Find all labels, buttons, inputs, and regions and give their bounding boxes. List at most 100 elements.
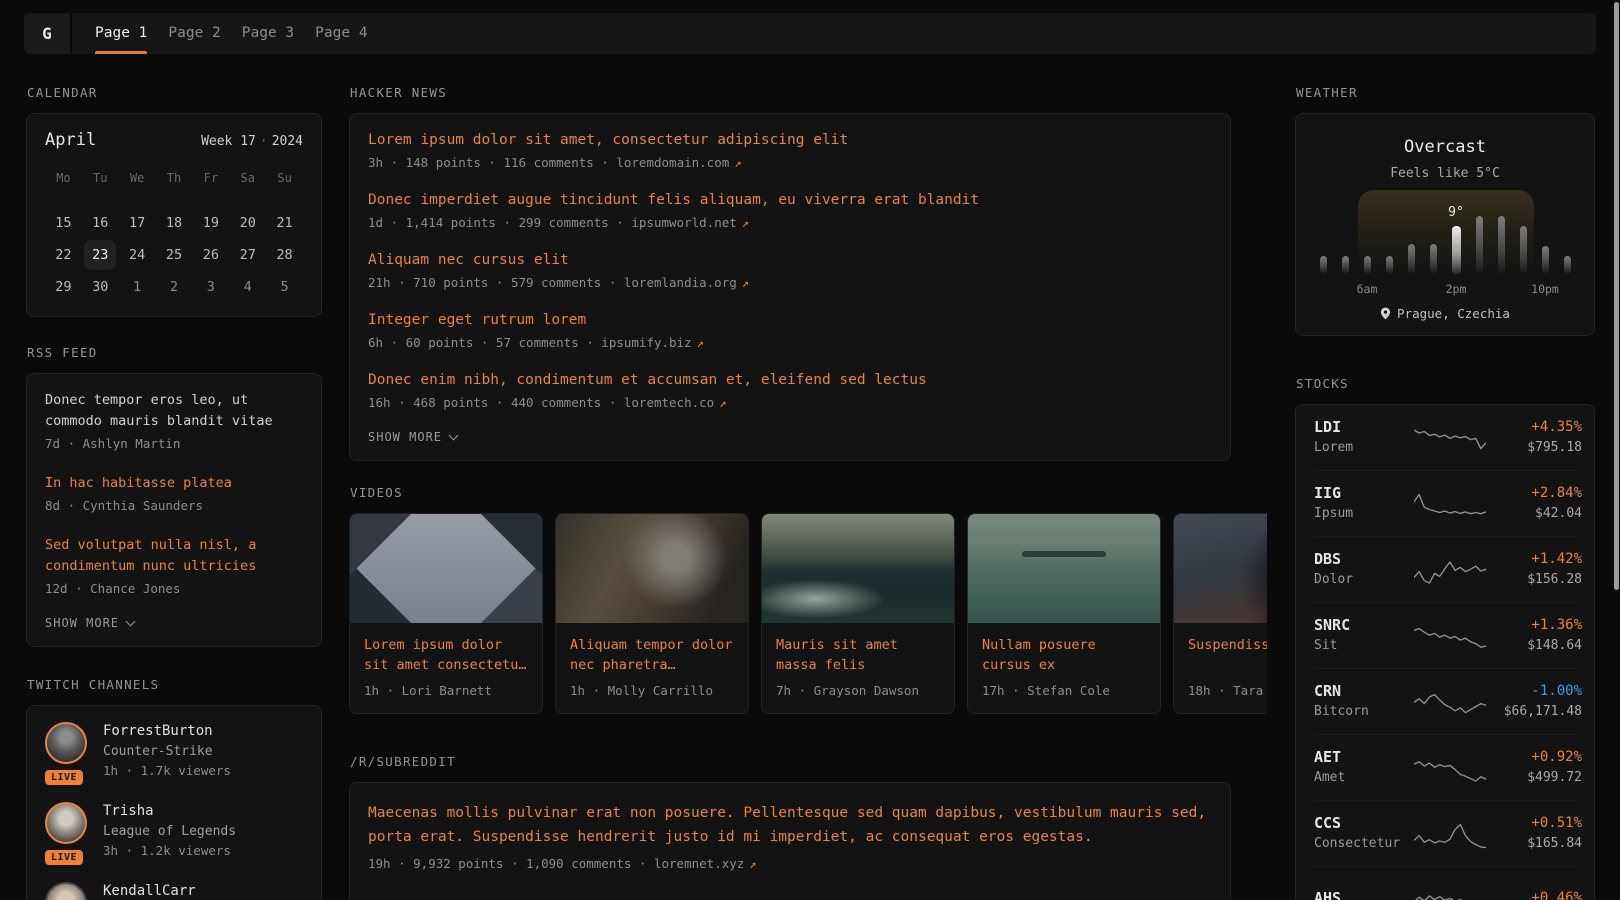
rss-item: Donec tempor eros leo, ut commodo mauris… (45, 390, 303, 453)
weather-bar (1342, 256, 1349, 274)
video-title[interactable]: Nullam posuere cursus ex (982, 635, 1146, 675)
channel-name[interactable]: ForrestBurton (103, 722, 231, 741)
stock-row[interactable]: AHS+0.46% (1314, 866, 1576, 900)
subreddit-post-title[interactable]: Maecenas mollis pulvinar erat non posuer… (368, 801, 1212, 849)
calendar-day: 3 (195, 272, 227, 302)
stock-name: Bitcorn (1314, 703, 1414, 721)
rss-item-title[interactable]: Donec tempor eros leo, ut commodo mauris… (45, 390, 303, 432)
stock-change: +1.42% (1486, 550, 1582, 569)
rss-show-more-button[interactable]: SHOW MORE (45, 616, 303, 630)
stocks-list: LDILorem+4.35%$795.18IIGIpsum+2.84%$42.0… (1314, 405, 1576, 900)
channel-meta: 1h · 1.7k viewers (103, 762, 231, 780)
location-pin-icon (1380, 307, 1391, 320)
chevron-down-icon (126, 617, 136, 627)
weather-bar (1498, 216, 1505, 274)
video-thumbnail[interactable] (556, 514, 748, 623)
tab-page-2[interactable]: Page 2 (168, 13, 220, 54)
stock-symbol: AET (1314, 748, 1414, 767)
tab-page-4[interactable]: Page 4 (315, 13, 367, 54)
hn-item-title[interactable]: Integer eget rutrum lorem (368, 310, 1212, 330)
video-title[interactable]: Lorem ipsum dolor sit amet consectetu… (364, 635, 528, 675)
page-scrollbar[interactable] (1614, 2, 1619, 590)
twitch-section-title: TWITCH CHANNELS (27, 677, 322, 693)
calendar-section-title: CALENDAR (27, 85, 322, 101)
hn-meta-text: 21h · 710 points · 579 comments · (368, 275, 624, 290)
subreddit-domain-link[interactable]: loremnet.xyz (654, 856, 744, 871)
channel-name[interactable]: KendallCarr (103, 882, 196, 900)
twitch-channel[interactable]: LIVEForrestBurtonCounter-Strike1h · 1.7k… (45, 722, 303, 780)
twitch-channel[interactable]: LIVETrishaLeague of Legends3h · 1.2k vie… (45, 802, 303, 860)
stock-name: Consectetur (1314, 835, 1414, 853)
channel-name[interactable]: Trisha (103, 802, 236, 821)
subreddit-section-title: /R/SUBREDDIT (350, 754, 1231, 770)
video-thumbnail[interactable] (762, 514, 954, 623)
hn-item: Donec enim nibh, condimentum et accumsan… (368, 370, 1212, 412)
video-card[interactable]: Suspendisse diam18h · Tara (1173, 513, 1267, 714)
hn-item-title[interactable]: Aliquam nec cursus elit (368, 250, 1212, 270)
calendar-day: 18 (158, 208, 190, 238)
external-link-icon: ↗ (742, 276, 749, 290)
videos-carousel[interactable]: Lorem ipsum dolor sit amet consectetu…1h… (349, 513, 1267, 714)
hn-item-title[interactable]: Donec imperdiet augue tincidunt felis al… (368, 190, 1212, 210)
rss-item-title[interactable]: In hac habitasse platea (45, 473, 303, 494)
stock-symbol: DBS (1314, 550, 1414, 569)
stock-row[interactable]: LDILorem+4.35%$795.18 (1314, 405, 1576, 470)
weather-location: Prague, Czechia (1397, 306, 1510, 321)
rss-item: In hac habitasse platea8d · Cynthia Saun… (45, 473, 303, 515)
avatar (45, 802, 87, 844)
stock-change: +0.51% (1486, 814, 1582, 833)
tab-page-1[interactable]: Page 1 (95, 13, 147, 54)
video-title[interactable]: Aliquam tempor dolor nec pharetra… (570, 635, 734, 675)
hn-domain-link[interactable]: loremdomain.com (616, 155, 729, 170)
video-thumbnail[interactable] (968, 514, 1160, 623)
hn-show-more-button[interactable]: SHOW MORE (368, 430, 1212, 444)
rss-section-title: RSS FEED (27, 345, 322, 361)
tab-page-3[interactable]: Page 3 (242, 13, 294, 54)
stock-symbol: LDI (1314, 418, 1414, 437)
stock-row[interactable]: DBSDolor+1.42%$156.28 (1314, 536, 1576, 602)
video-title[interactable]: Suspendisse diam (1188, 635, 1267, 675)
external-link-icon: ↗ (734, 156, 741, 170)
video-thumbnail[interactable] (350, 514, 542, 623)
stock-row[interactable]: AETAmet+0.92%$499.72 (1314, 734, 1576, 800)
video-card[interactable]: Lorem ipsum dolor sit amet consectetu…1h… (349, 513, 543, 714)
stock-id: SNRCSit (1314, 616, 1414, 655)
hn-domain-link[interactable]: ipsumworld.net (631, 215, 736, 230)
weekday-label: Su (266, 166, 303, 190)
stock-values: +0.92%$499.72 (1486, 748, 1582, 787)
weather-section-title: WEATHER (1296, 85, 1595, 101)
weather-widget: Overcast Feels like 5°C 9° 6am 2pm 10pm … (1295, 113, 1595, 336)
hn-domain-link[interactable]: loremtech.co (624, 395, 714, 410)
calendar-day: 4 (232, 272, 264, 302)
video-card[interactable]: Aliquam tempor dolor nec pharetra…1h · M… (555, 513, 749, 714)
calendar-day: 26 (195, 240, 227, 270)
app-logo[interactable]: G (24, 13, 72, 54)
video-thumbnail[interactable] (1174, 514, 1267, 623)
hn-meta-text: 16h · 468 points · 440 comments · (368, 395, 624, 410)
calendar-day: 23 (84, 240, 116, 270)
calendar-day: 1 (121, 272, 153, 302)
rss-item-title[interactable]: Sed volutpat nulla nisl, a condimentum n… (45, 535, 303, 577)
stock-id: LDILorem (1314, 418, 1414, 457)
video-title[interactable]: Mauris sit amet massa felis (776, 635, 940, 675)
stock-row[interactable]: CRNBitcorn-1.00%$66,171.48 (1314, 668, 1576, 734)
stock-change: +2.84% (1486, 484, 1582, 503)
stock-row[interactable]: CCSConsectetur+0.51%$165.84 (1314, 800, 1576, 866)
twitch-channel[interactable]: KendallCarr (45, 882, 303, 900)
hn-item: Lorem ipsum dolor sit amet, consectetur … (368, 130, 1212, 172)
hn-item-title[interactable]: Donec enim nibh, condimentum et accumsan… (368, 370, 1212, 390)
hn-item-title[interactable]: Lorem ipsum dolor sit amet, consectetur … (368, 130, 1212, 150)
stock-row[interactable]: IIGIpsum+2.84%$42.04 (1314, 470, 1576, 536)
hn-domain-link[interactable]: ipsumify.biz (601, 335, 691, 350)
external-link-icon: ↗ (697, 336, 704, 350)
video-card[interactable]: Mauris sit amet massa felis7h · Grayson … (761, 513, 955, 714)
calendar-header-row: April Week 17·2024 (45, 130, 303, 150)
video-card[interactable]: Nullam posuere cursus ex17h · Stefan Col… (967, 513, 1161, 714)
video-card-body: Aliquam tempor dolor nec pharetra…1h · M… (556, 623, 748, 713)
weather-feels-like: Feels like 5°C (1314, 165, 1576, 182)
stock-row[interactable]: SNRCSit+1.36%$148.64 (1314, 602, 1576, 668)
hn-domain-link[interactable]: loremlandia.org (624, 275, 737, 290)
time-label: 6am (1357, 282, 1378, 296)
stock-price: $148.64 (1486, 637, 1582, 655)
hn-list: Lorem ipsum dolor sit amet, consectetur … (368, 130, 1212, 412)
